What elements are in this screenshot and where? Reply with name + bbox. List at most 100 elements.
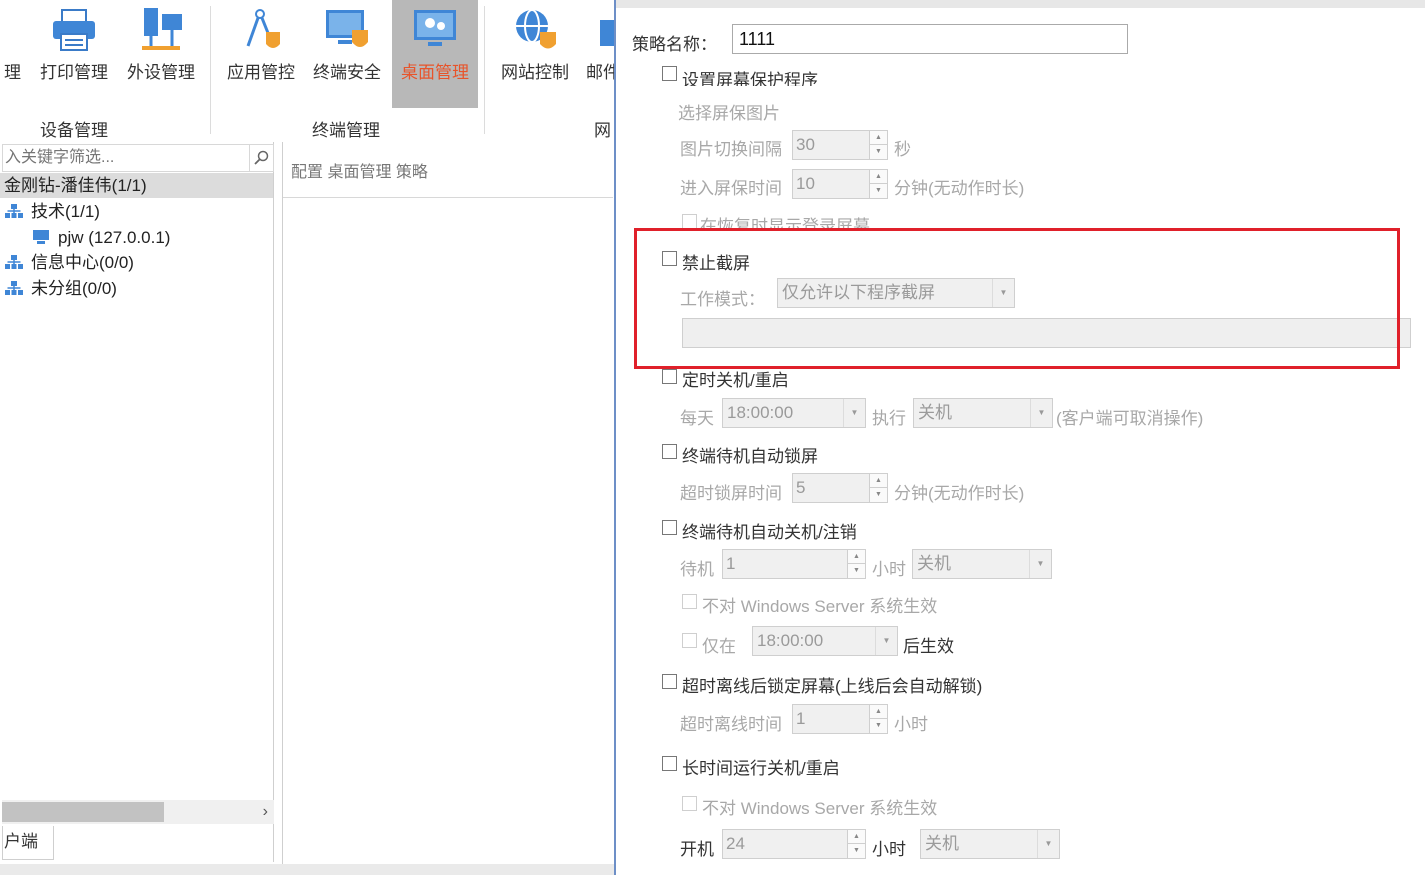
ribbon-item-label: 应用管控 (227, 63, 295, 82)
ribbon-group-device: 设备管理 (40, 121, 108, 140)
desktop-management-icon (414, 10, 456, 46)
scroll-right-arrow-icon[interactable]: › (263, 800, 268, 824)
only-after-checkbox[interactable] (682, 633, 697, 648)
lock-timeout-label: 超时锁屏时间 (680, 484, 782, 503)
select-value: 关机 (925, 834, 959, 853)
enter-unit: 分钟(无动作时长) (894, 179, 1025, 198)
lock-timeout-stepper[interactable]: 5 ▲ ▼ (792, 473, 888, 503)
search-button[interactable] (249, 145, 273, 171)
tree-node-label: 技术(1/1) (31, 202, 100, 221)
allowed-programs-box[interactable] (682, 318, 1411, 348)
ribbon-print-management[interactable]: 打印管理 (30, 0, 118, 108)
ribbon-desktop-management[interactable]: 桌面管理 (392, 0, 478, 108)
idle-shutdown-checkbox[interactable] (662, 520, 677, 535)
exclude-server-label: 不对 Windows Server 系统生效 (702, 597, 938, 616)
long-run-label: 长时间运行关机/重启 (682, 759, 840, 778)
stepper-up-icon[interactable]: ▲ (870, 474, 887, 488)
tree-search-box (2, 144, 274, 172)
stepper-down-icon[interactable]: ▼ (848, 844, 865, 858)
stepper-up-icon[interactable]: ▲ (870, 131, 887, 145)
app-control-icon (246, 9, 280, 48)
status-bar (0, 864, 614, 875)
stepper-buttons: ▲ ▼ (847, 830, 865, 858)
offline-lock-checkbox[interactable] (662, 674, 677, 689)
stepper-down-icon[interactable]: ▼ (870, 488, 887, 502)
disable-screenshot-checkbox[interactable] (662, 251, 677, 266)
offline-time-stepper[interactable]: 1 ▲ ▼ (792, 704, 888, 734)
computer-icon (33, 230, 49, 244)
scheduled-shutdown-checkbox[interactable] (662, 369, 677, 384)
chevron-down-icon[interactable]: ▼ (843, 399, 865, 427)
select-value: 关机 (917, 554, 951, 573)
ribbon-item-label: 外设管理 (127, 63, 195, 82)
chevron-down-icon[interactable]: ▼ (992, 279, 1014, 307)
stepper-buttons: ▲ ▼ (869, 131, 887, 159)
tree-node-group-ungrouped[interactable]: 未分组(0/0) (0, 276, 273, 301)
show-login-label: 在恢复时显示登录屏幕 (700, 217, 870, 230)
long-run-checkbox[interactable] (662, 756, 677, 771)
choose-screensaver-image-link[interactable]: 选择屏保图片 (678, 99, 780, 124)
only-after-time-picker[interactable]: 18:00:00 ▼ (752, 626, 898, 656)
stepper-down-icon[interactable]: ▼ (870, 719, 887, 733)
stepper-up-icon[interactable]: ▲ (848, 830, 865, 844)
ribbon-mail[interactable]: 邮件 (580, 0, 614, 108)
stepper-down-icon[interactable]: ▼ (870, 145, 887, 159)
ribbon-separator (210, 6, 211, 134)
ribbon-item-label: 理 (4, 63, 21, 82)
tree-node-group-info[interactable]: 信息中心(0/0) (0, 250, 273, 275)
ribbon-item-partial[interactable]: 理 (0, 0, 24, 108)
scheduled-header-clip: 定时关机/重启 (616, 369, 1425, 391)
ribbon-item-label: 桌面管理 (401, 63, 469, 82)
select-value: 关机 (918, 403, 952, 422)
tree-node-computer-pjw[interactable]: pjw (127.0.0.1) (0, 225, 273, 250)
scheduled-time-picker[interactable]: 18:00:00 ▼ (722, 398, 866, 428)
show-login-checkbox[interactable] (682, 214, 697, 229)
effective-after-label: 后生效 (903, 637, 954, 656)
chevron-down-icon[interactable]: ▼ (1030, 399, 1052, 427)
group-icon (5, 255, 23, 269)
mail-icon (600, 20, 614, 46)
scrollbar-thumb[interactable] (2, 802, 164, 822)
standby-hours-stepper[interactable]: 1 ▲ ▼ (722, 549, 866, 579)
tree-node-group-tech[interactable]: 技术(1/1) (0, 199, 273, 224)
tree-node-root[interactable]: 金刚钻-潘佳伟(1/1) (0, 173, 273, 198)
stepper-buttons: ▲ ▼ (869, 170, 887, 198)
chevron-down-icon[interactable]: ▼ (1037, 830, 1059, 858)
scheduled-action-select[interactable]: 关机 ▼ (913, 398, 1053, 428)
tree-search-input[interactable] (3, 145, 249, 171)
idle-lock-checkbox[interactable] (662, 444, 677, 459)
boot-hours-stepper[interactable]: 24 ▲ ▼ (722, 829, 866, 859)
stepper-up-icon[interactable]: ▲ (870, 170, 887, 184)
group-icon (5, 281, 23, 295)
ribbon-peripheral-management[interactable]: 外设管理 (118, 0, 204, 108)
policy-name-input[interactable] (732, 24, 1128, 54)
tree-node-label: pjw (127.0.0.1) (58, 228, 171, 247)
stepper-up-icon[interactable]: ▲ (870, 705, 887, 719)
enter-screensaver-label: 进入屏保时间 (680, 179, 782, 198)
screensaver-checkbox[interactable] (662, 66, 677, 81)
stepper-up-icon[interactable]: ▲ (848, 550, 865, 564)
horizontal-scrollbar[interactable]: › (2, 800, 274, 824)
tab-client[interactable]: 户端 (2, 826, 54, 860)
ribbon-terminal-security[interactable]: 终端安全 (304, 0, 390, 108)
image-interval-stepper[interactable]: 30 ▲ ▼ (792, 130, 888, 160)
work-mode-select[interactable]: 仅允许以下程序截屏 ▼ (777, 278, 1015, 308)
interval-unit: 秒 (894, 140, 911, 159)
stepper-buttons: ▲ ▼ (869, 474, 887, 502)
enter-screensaver-stepper[interactable]: 10 ▲ ▼ (792, 169, 888, 199)
long-run-action-select[interactable]: 关机 ▼ (920, 829, 1060, 859)
chevron-down-icon[interactable]: ▼ (875, 627, 897, 655)
ribbon-app-control[interactable]: 应用管控 (218, 0, 304, 108)
chevron-down-icon[interactable]: ▼ (1029, 550, 1051, 578)
ribbon-website-control[interactable]: 网站控制 (492, 0, 578, 108)
ribbon-separator (484, 6, 485, 134)
standby-label: 待机 (680, 560, 714, 579)
ribbon-group-terminal: 终端管理 (312, 121, 380, 140)
long-run-exclude-server-checkbox[interactable] (682, 796, 697, 811)
stepper-value: 1 (796, 709, 806, 728)
stepper-down-icon[interactable]: ▼ (848, 564, 865, 578)
stepper-down-icon[interactable]: ▼ (870, 184, 887, 198)
tree-node-label: 信息中心(0/0) (31, 253, 134, 272)
exclude-server-checkbox[interactable] (682, 594, 697, 609)
idle-action-select[interactable]: 关机 ▼ (912, 549, 1052, 579)
